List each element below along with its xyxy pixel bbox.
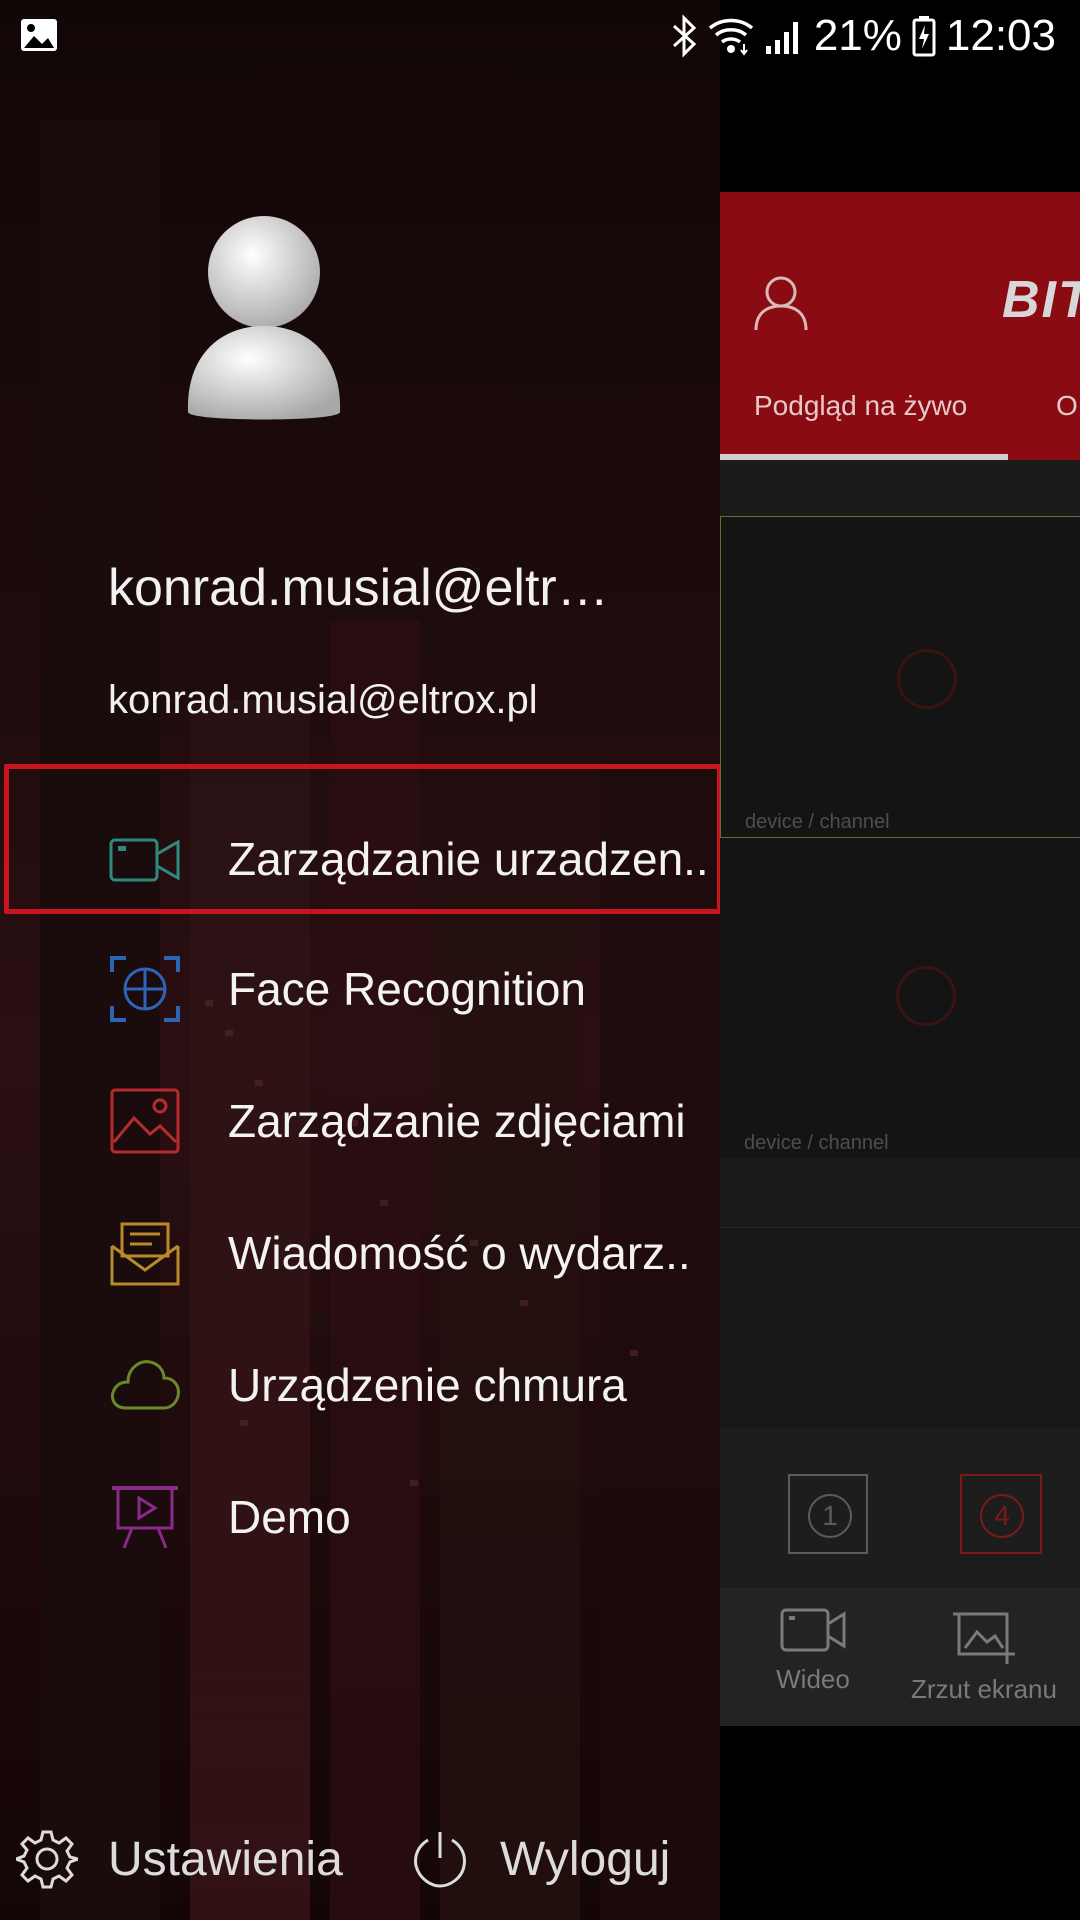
image-icon — [110, 1088, 180, 1154]
tab-second[interactable]: O — [1056, 390, 1078, 422]
menu-item-device-management[interactable]: Zarządzanie urzadzen.. — [0, 804, 720, 914]
user-avatar[interactable] — [184, 216, 344, 426]
presentation-play-icon — [112, 1486, 178, 1549]
video-button-label: Wideo — [776, 1664, 850, 1694]
camera-cell[interactable]: device / channel — [720, 838, 1080, 1158]
menu-item-label: Wiadomość o wydarz.. — [228, 1227, 691, 1279]
logout-button[interactable]: Wyloguj — [410, 1828, 670, 1890]
app-band — [720, 1228, 1080, 1428]
bottom-action-bar: Wideo Zrzut ekranu — [720, 1588, 1080, 1726]
settings-button[interactable]: Ustawienia — [16, 1828, 343, 1890]
menu-item-cloud-device[interactable]: Urządzenie chmura — [0, 1330, 720, 1440]
menu-item-label: Demo — [228, 1491, 351, 1543]
screenshot-button-label: Zrzut ekranu — [911, 1674, 1057, 1704]
gallery-icon — [21, 19, 57, 51]
menu-item-event-messages[interactable]: Wiadomość o wydarz.. — [0, 1198, 720, 1308]
screenshot-button[interactable]: Zrzut ekranu — [894, 1606, 1074, 1705]
clock: 12:03 — [945, 11, 1056, 60]
video-button[interactable]: Wideo — [758, 1606, 868, 1695]
battery-charging-icon — [912, 16, 936, 57]
app-brand-logo: BIT — [1002, 271, 1080, 329]
face-scan-icon — [110, 956, 180, 1022]
camera-placeholder-icon — [896, 966, 956, 1026]
screenshot-icon — [953, 1612, 1015, 1664]
layout-single-label: 1 — [808, 1494, 852, 1538]
channel-label: device / channel — [745, 811, 890, 833]
battery-percent: 21% — [813, 11, 902, 60]
user-display-name: konrad.musial@eltr… — [108, 559, 609, 617]
signal-icon — [765, 22, 798, 54]
camera-cell[interactable]: device / channel — [720, 516, 1080, 838]
video-camera-icon — [109, 838, 180, 882]
menu-item-photo-management[interactable]: Zarządzanie zdjęciami — [0, 1066, 720, 1176]
wifi-icon — [708, 18, 753, 56]
layout-quad-button[interactable]: 4 — [960, 1474, 1042, 1554]
video-camera-icon — [780, 1608, 846, 1652]
navigation-drawer: konrad.musial@eltr… konrad.musial@eltrox… — [0, 0, 720, 1920]
menu-item-label: Zarządzanie zdjęciami — [228, 1095, 686, 1147]
power-icon — [414, 1832, 466, 1888]
app-band — [720, 1158, 1080, 1228]
bluetooth-icon — [672, 14, 696, 58]
menu-item-label: Urządzenie chmura — [228, 1359, 627, 1411]
menu-item-label: Zarządzanie urzadzen.. — [228, 833, 709, 885]
envelope-icon — [110, 1222, 180, 1286]
settings-label: Ustawienia — [108, 1832, 343, 1886]
layout-single-button[interactable]: 1 — [788, 1474, 868, 1554]
layout-quad-label: 4 — [980, 1494, 1024, 1538]
channel-label: device / channel — [744, 1132, 889, 1154]
cloud-icon — [111, 1360, 180, 1410]
status-bar: 21% 12:03 — [0, 0, 1080, 72]
layout-selector: 1 4 — [720, 1428, 1080, 1588]
background-app: BIT Podgląd na żywo O device / channel d… — [720, 72, 1080, 1920]
tab-live-view[interactable]: Podgląd na żywo — [754, 390, 967, 422]
menu-item-demo[interactable]: Demo — [0, 1462, 720, 1572]
user-email: konrad.musial@eltrox.pl — [108, 678, 538, 722]
menu-item-label: Face Recognition — [228, 963, 586, 1015]
gear-icon — [16, 1830, 78, 1889]
drawer-footer: Ustawienia Wyloguj — [0, 1800, 720, 1910]
user-profile-icon[interactable] — [750, 272, 812, 334]
logout-label: Wyloguj — [500, 1832, 671, 1886]
menu-item-face-recognition[interactable]: Face Recognition — [0, 934, 720, 1044]
camera-placeholder-icon — [897, 649, 957, 709]
